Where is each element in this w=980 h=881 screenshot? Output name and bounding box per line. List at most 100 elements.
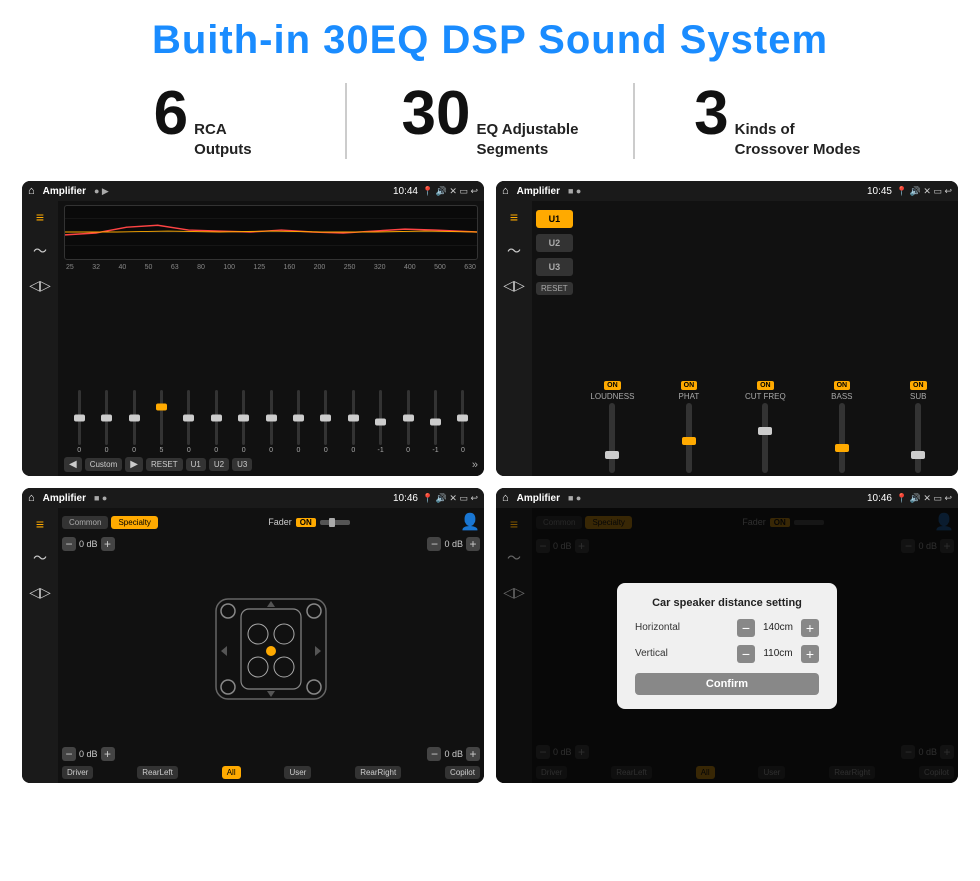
horizontal-row: Horizontal − 140cm + <box>635 619 819 637</box>
eq-icon-3[interactable]: ≡ <box>36 516 44 532</box>
confirm-button[interactable]: Confirm <box>635 673 819 695</box>
eq-icon[interactable]: ≡ <box>36 209 44 225</box>
bass-slider[interactable] <box>839 403 845 473</box>
app-name-3: Amplifier <box>43 493 86 504</box>
fader-bottom-bar: Driver RearLeft All User RearRight Copil… <box>62 766 480 779</box>
time-3: 10:46 <box>393 493 418 504</box>
u2-select[interactable]: U2 <box>536 234 573 252</box>
eq-freqs: 253240506380100125160200250320400500630 <box>64 264 478 271</box>
status-icons-2: 📍 🔊 ✕ ▭ ↩ <box>896 186 952 197</box>
screen-eq: ⌂ Amplifier ● ▶ 10:44 📍 🔊 ✕ ▭ ↩ ≡ 〜 ◁▷ <box>22 181 484 476</box>
wave-icon-2[interactable]: 〜 <box>507 241 521 261</box>
specialty-tab[interactable]: Specialty <box>111 516 157 529</box>
fl-value: 0 dB <box>79 539 98 549</box>
u1-select[interactable]: U1 <box>536 210 573 228</box>
slider-160: 0 <box>285 390 311 454</box>
fader-on-badge: ON <box>296 518 316 527</box>
u3-select[interactable]: U3 <box>536 258 573 276</box>
sidebar-1: ≡ 〜 ◁▷ <box>22 201 58 476</box>
rr-plus[interactable]: + <box>466 747 480 761</box>
xo-phat: ON PHAT <box>653 381 724 473</box>
sub-on: ON <box>910 381 927 390</box>
eq-icon-2[interactable]: ≡ <box>510 209 518 225</box>
horizontal-minus[interactable]: − <box>737 619 755 637</box>
home-icon-4: ⌂ <box>502 492 509 504</box>
reset-button-1[interactable]: RESET <box>146 458 183 471</box>
horizontal-plus[interactable]: + <box>801 619 819 637</box>
rearleft-btn[interactable]: RearLeft <box>137 766 178 779</box>
rl-control: − 0 dB + <box>62 747 115 761</box>
eq-graph <box>64 205 478 260</box>
bass-label: BASS <box>831 392 852 401</box>
dialog-overlay: Car speaker distance setting Horizontal … <box>496 508 958 783</box>
cutfreq-slider[interactable] <box>762 403 768 473</box>
crossover-sliders: ON LOUDNESS ON PHAT ON <box>577 204 954 473</box>
slider-40: 0 <box>121 390 147 454</box>
rr-minus[interactable]: − <box>427 747 441 761</box>
horizontal-label: Horizontal <box>635 622 680 633</box>
custom-button[interactable]: Custom <box>85 458 123 471</box>
vertical-plus[interactable]: + <box>801 645 819 663</box>
speaker-icon[interactable]: ◁▷ <box>29 277 51 294</box>
home-icon-2: ⌂ <box>502 185 509 197</box>
rl-minus[interactable]: − <box>62 747 76 761</box>
rca-number: 6 <box>154 83 188 145</box>
rl-plus[interactable]: + <box>101 747 115 761</box>
driver-btn[interactable]: Driver <box>62 766 93 779</box>
crossover-area: U1 U2 U3 RESET ON LOUDNESS <box>532 201 958 476</box>
xo-cutfreq: ON CUT FREQ <box>730 381 801 473</box>
status-icons-4: 📍 🔊 ✕ ▭ ↩ <box>896 493 952 504</box>
vertical-control: − 110cm + <box>737 645 819 663</box>
reset-xo[interactable]: RESET <box>536 282 573 295</box>
loudness-slider[interactable] <box>609 403 615 473</box>
eq-text: EQ AdjustableSegments <box>476 120 578 159</box>
slider-63: 0 <box>176 390 202 454</box>
cutfreq-label: CUT FREQ <box>745 392 786 401</box>
time-2: 10:45 <box>867 186 892 197</box>
rearright-btn[interactable]: RearRight <box>355 766 401 779</box>
speaker-icon-3[interactable]: ◁▷ <box>29 584 51 601</box>
page-title: Buith-in 30EQ DSP Sound System <box>0 0 980 73</box>
status-bar-3: ⌂ Amplifier ■ ● 10:46 📍 🔊 ✕ ▭ ↩ <box>22 488 484 508</box>
wave-icon[interactable]: 〜 <box>33 241 47 261</box>
speaker-icon-2[interactable]: ◁▷ <box>503 277 525 294</box>
phat-slider[interactable] <box>686 403 692 473</box>
u3-button-1[interactable]: U3 <box>232 458 252 471</box>
dialog-title: Car speaker distance setting <box>635 597 819 609</box>
fr-minus[interactable]: − <box>427 537 441 551</box>
distance-dialog: Car speaker distance setting Horizontal … <box>617 583 837 709</box>
fader-tabs: Common Specialty <box>62 516 158 529</box>
u-buttons: U1 U2 U3 RESET <box>536 204 573 473</box>
fader-control: Fader ON <box>268 517 350 527</box>
wave-icon-3[interactable]: 〜 <box>33 548 47 568</box>
sub-label: SUB <box>910 392 926 401</box>
u2-button-1[interactable]: U2 <box>209 458 229 471</box>
fr-plus[interactable]: + <box>466 537 480 551</box>
fl-control: − 0 dB + <box>62 537 115 551</box>
dots-2: ■ ● <box>568 186 581 196</box>
app-name-1: Amplifier <box>43 186 86 197</box>
vertical-minus[interactable]: − <box>737 645 755 663</box>
user-btn[interactable]: User <box>284 766 311 779</box>
u1-button-1[interactable]: U1 <box>186 458 206 471</box>
prev-button[interactable]: ◀ <box>64 457 82 472</box>
screen-content-3: ≡ 〜 ◁▷ Common Specialty Fader ON <box>22 508 484 783</box>
fader-area: Common Specialty Fader ON 👤 − <box>58 508 484 783</box>
home-icon-3: ⌂ <box>28 492 35 504</box>
eq-area: 253240506380100125160200250320400500630 … <box>58 201 484 476</box>
app-name-4: Amplifier <box>517 493 560 504</box>
fl-plus[interactable]: + <box>101 537 115 551</box>
common-tab[interactable]: Common <box>62 516 108 529</box>
status-icons-3: 📍 🔊 ✕ ▭ ↩ <box>422 493 478 504</box>
sub-slider[interactable] <box>915 403 921 473</box>
screen-crossover: ⌂ Amplifier ■ ● 10:45 📍 🔊 ✕ ▭ ↩ ≡ 〜 ◁▷ U… <box>496 181 958 476</box>
fl-minus[interactable]: − <box>62 537 76 551</box>
xo-sub: ON SUB <box>883 381 954 473</box>
crossover-text: Kinds ofCrossover Modes <box>735 120 861 159</box>
screen-dialog: ⌂ Amplifier ■ ● 10:46 📍 🔊 ✕ ▭ ↩ ≡ 〜 ◁▷ C… <box>496 488 958 783</box>
next-button[interactable]: ▶ <box>125 457 143 472</box>
copilot-btn[interactable]: Copilot <box>445 766 480 779</box>
eq-bottom-bar: ◀ Custom ▶ RESET U1 U2 U3 » <box>64 454 478 472</box>
all-btn[interactable]: All <box>222 766 241 779</box>
horizontal-value: 140cm <box>759 622 797 633</box>
